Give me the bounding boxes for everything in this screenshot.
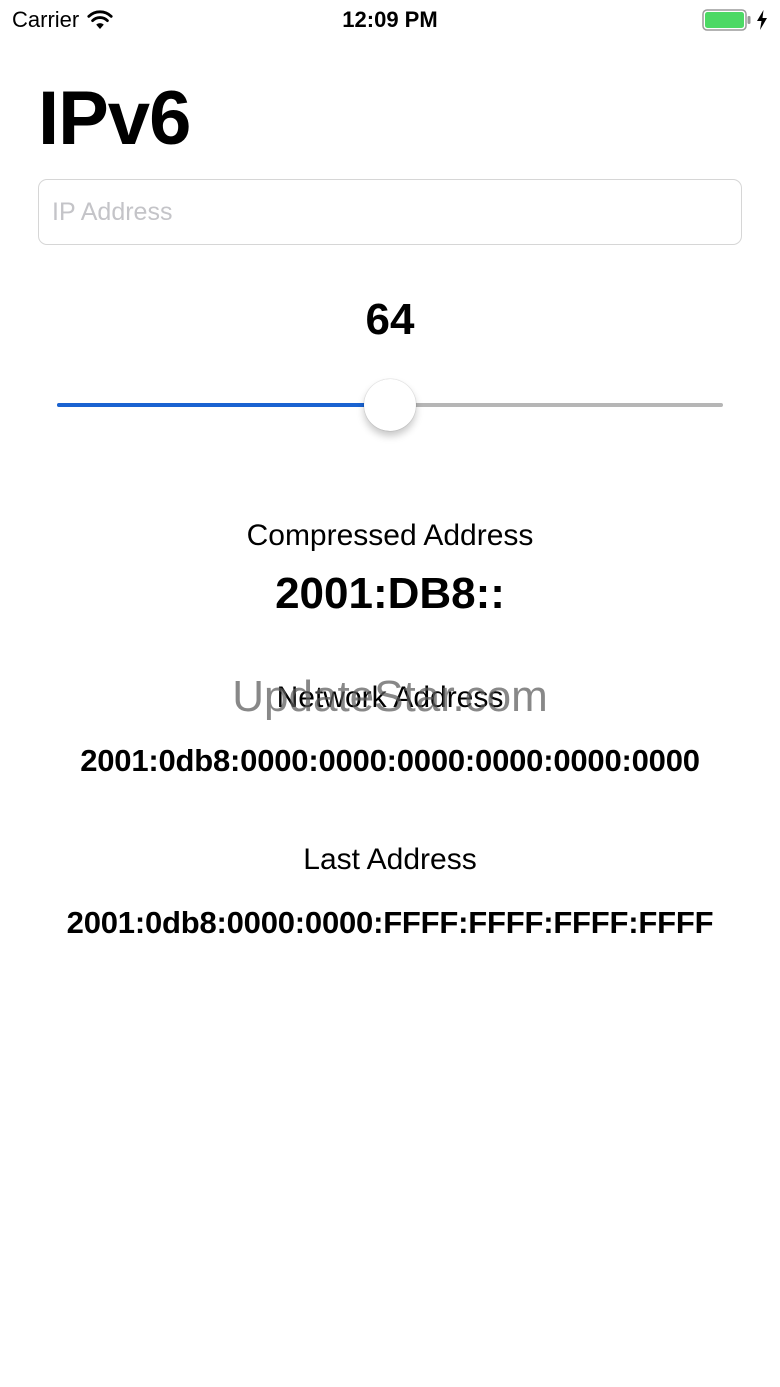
slider-thumb[interactable] xyxy=(364,379,416,431)
network-address-label: Network Address xyxy=(276,681,504,714)
ip-address-input[interactable] xyxy=(38,179,742,245)
compressed-address-value: 2001:DB8:: xyxy=(275,569,505,618)
last-address-value: 2001:0db8:0000:0000:FFFF:FFFF:FFFF:FFFF xyxy=(66,905,714,940)
battery-indicator xyxy=(702,9,768,31)
status-time: 12:09 PM xyxy=(342,7,438,32)
slider-track-min xyxy=(57,403,390,407)
page-title: IPv6 xyxy=(38,76,191,161)
app-screen: Carrier 12:09 PM IPv6 64 Compressed Ad xyxy=(0,0,780,1387)
network-address-value: 2001:0db8:0000:0000:0000:0000:0000:0000 xyxy=(80,743,700,778)
status-bar: Carrier 12:09 PM xyxy=(0,0,780,40)
charging-bolt-icon xyxy=(757,10,767,30)
last-address-label: Last Address xyxy=(303,843,477,876)
prefix-length-slider[interactable] xyxy=(57,378,723,432)
battery-icon xyxy=(702,9,751,31)
compressed-address-label: Compressed Address xyxy=(246,519,534,552)
prefix-length-value: 64 xyxy=(365,295,415,344)
